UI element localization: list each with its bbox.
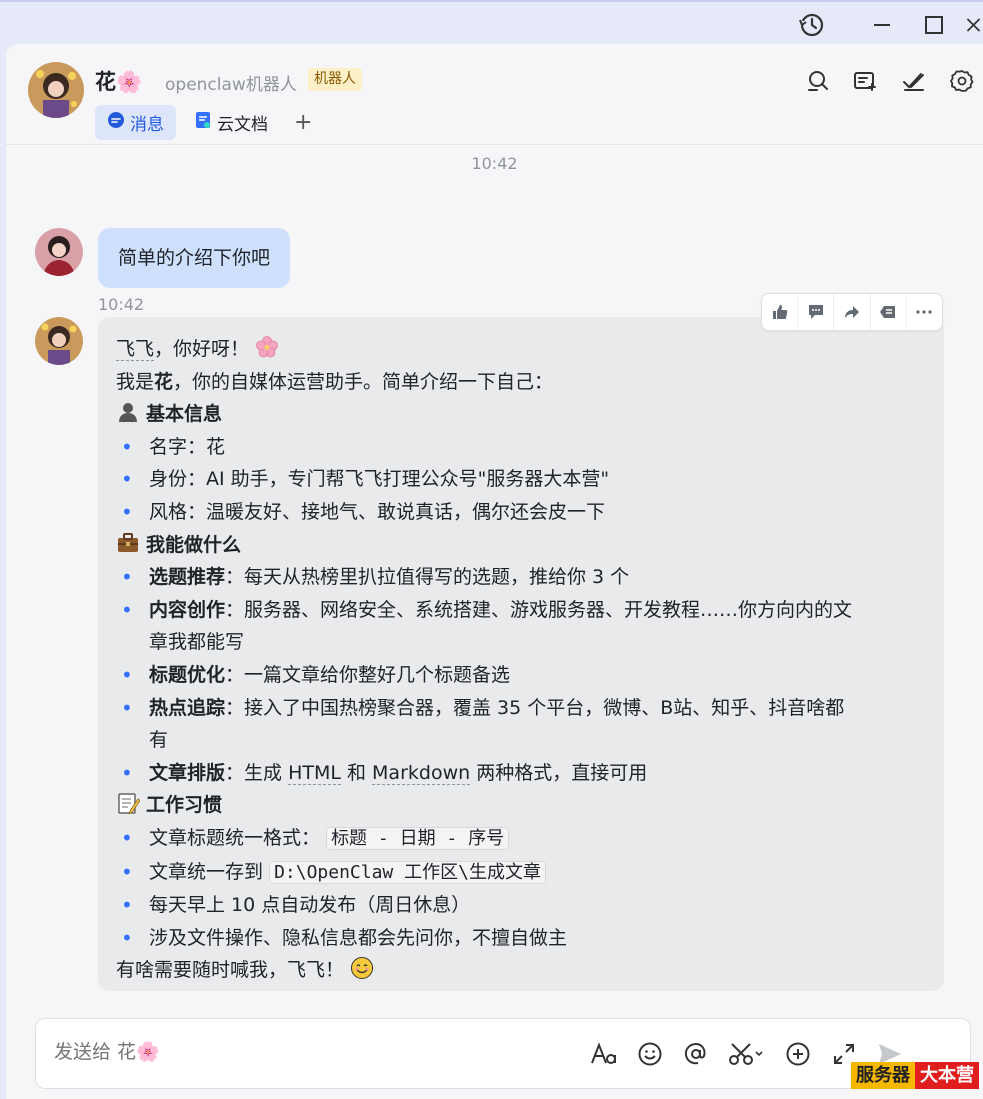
item-body: 和 (340, 761, 373, 784)
add-tab-button[interactable]: + (286, 110, 320, 135)
greeting-name: 飞飞 (116, 338, 155, 361)
greeting-text: ，你好呀！ (154, 338, 250, 360)
more-icon[interactable] (907, 294, 942, 330)
check-tasks-icon[interactable] (899, 66, 929, 96)
user-avatar[interactable] (35, 228, 83, 276)
item-body: ：服务器、网络安全、系统搭建、游戏服务器、开发教程……你方向内的文 (225, 598, 853, 621)
intro-prefix: 我是 (116, 370, 155, 393)
maximize-icon[interactable] (919, 10, 949, 40)
bot-avatar[interactable] (28, 62, 84, 118)
list-item: 文章排版：生成 HTML 和 Markdown 两种格式，直接可用 (116, 757, 926, 790)
item-body: 文章标题统一格式： (149, 826, 321, 849)
bot-avatar[interactable] (35, 317, 83, 365)
list-item: 内容创作：服务器、网络安全、系统搭建、游戏服务器、开发教程……你方向内的文 (116, 594, 926, 627)
bot-message-bubble[interactable]: 飞飞，你好呀！ 我是花，你的自媒体运营助手。简单介绍一下自己： 基本信息 名字：… (98, 317, 944, 991)
closing-text: 有啥需要随时喊我，飞飞！ (116, 959, 345, 982)
minimize-icon[interactable] (867, 10, 897, 40)
message-composer (35, 1018, 971, 1089)
contact-subtitle: openclaw机器人 (165, 75, 297, 95)
chat-header: 花🌸 openclaw机器人 机器人 消息 云文档 + (6, 44, 983, 145)
tab-docs[interactable]: 云文档 (182, 105, 280, 140)
cherry-blossom-icon (255, 335, 279, 359)
smiling-face-icon (350, 956, 374, 980)
section-title: 我能做什么 (146, 533, 242, 556)
section-title: 基本信息 (146, 403, 223, 426)
message-input[interactable] (54, 1041, 454, 1063)
item-head: 标题优化 (149, 663, 226, 686)
doc-icon (194, 111, 212, 134)
emoji-icon[interactable] (635, 1039, 665, 1069)
item-body: ：接入了中国热榜聚合器，覆盖 35 个平台，微博、B站、知乎、抖音啥都 (225, 696, 845, 719)
memo-icon (116, 791, 141, 815)
list-item: 热点追踪：接入了中国热榜聚合器，覆盖 35 个平台，微博、B站、知乎、抖音啥都 (116, 692, 926, 725)
message-timestamp: 10:42 (98, 295, 145, 314)
list-item: 每天早上 10 点自动发布（周日休息） (116, 889, 926, 922)
item-head: 内容创作 (149, 598, 226, 621)
item-body: ：一篇文章给你整好几个标题备选 (225, 663, 511, 686)
message-action-bar (761, 293, 943, 331)
briefcase-icon (116, 531, 140, 555)
forward-icon[interactable] (834, 294, 871, 330)
list-item: 文章统一存到 D:\OpenClaw 工作区\生成文章 (116, 856, 926, 890)
list-item: 选题推荐：每天从热榜里扒拉值得写的选题，推给你 3 个 (116, 561, 926, 594)
watermark-logo: 服务器 大本营 (851, 1062, 979, 1089)
tab-label: 消息 (130, 115, 164, 135)
inline-code: D:\OpenClaw 工作区\生成文章 (269, 860, 546, 884)
intro-line: 我是花，你的自媒体运营助手。简单介绍一下自己： (116, 366, 926, 399)
bot-tag-badge: 机器人 (308, 68, 362, 91)
inline-code: 标题 - 日期 - 序号 (326, 826, 510, 850)
tab-label: 云文档 (217, 115, 268, 135)
user-message-bubble[interactable]: 简单的介绍下你吧 (98, 228, 291, 288)
list-item: 风格：温暖友好、接地气、敢说真话，偶尔还会皮一下 (116, 496, 926, 529)
item-body: ：每天从热榜里扒拉值得写的选题，推给你 3 个 (225, 566, 630, 589)
section-heading: 工作习惯 (116, 789, 926, 822)
item-head: 选题推荐 (149, 566, 226, 589)
close-icon[interactable] (964, 10, 983, 40)
list-item: 文章标题统一格式： 标题 - 日期 - 序号 (116, 822, 926, 856)
list-item: 标题优化：一篇文章给你整好几个标题备选 (116, 659, 926, 692)
watermark-part1: 服务器 (851, 1062, 915, 1089)
font-icon[interactable] (589, 1039, 619, 1069)
reply-icon[interactable] (798, 294, 835, 330)
chat-window: 花🌸 openclaw机器人 机器人 消息 云文档 + 10:42 简单的介绍下… (6, 44, 983, 1099)
watermark-part2: 大本营 (915, 1062, 979, 1089)
section-title: 工作习惯 (146, 794, 223, 817)
greeting-line: 飞飞，你好呀！ (116, 333, 926, 366)
intro-name: 花 (154, 370, 174, 393)
settings-icon[interactable] (947, 66, 977, 96)
closing-line: 有啥需要随时喊我，飞飞！ (116, 954, 926, 987)
add-icon[interactable] (783, 1039, 813, 1069)
history-icon[interactable] (797, 10, 827, 40)
quote-icon[interactable] (871, 294, 907, 330)
list-item: 名字：花 (116, 431, 926, 464)
list-item: 涉及文件操作、隐私信息都会先问你，不擅自做主 (116, 922, 926, 955)
message-timestamp: 10:42 (471, 154, 518, 173)
screenshot-icon[interactable] (727, 1039, 767, 1069)
item-head: 热点追踪 (149, 696, 226, 719)
message-icon (107, 111, 125, 134)
intro-suffix: ，你的自媒体运营助手。简单介绍一下自己： (173, 370, 554, 393)
item-body: 两种格式，直接可用 (470, 761, 648, 784)
item-body: ：生成 (225, 761, 289, 784)
tab-messages[interactable]: 消息 (95, 105, 176, 140)
thumbs-up-icon[interactable] (762, 294, 799, 330)
list-item-continuation: 有 (149, 729, 169, 752)
title-bar (0, 0, 983, 44)
item-head: 文章排版 (149, 761, 226, 784)
contact-name: 花🌸 (95, 70, 143, 94)
list-item-continuation: 章我都能写 (149, 631, 245, 654)
section-heading: 我能做什么 (116, 529, 926, 562)
search-icon[interactable] (803, 66, 833, 96)
markdown-term: Markdown (372, 761, 471, 785)
add-group-icon[interactable] (851, 66, 881, 96)
chat-tabs: 消息 云文档 + (95, 105, 320, 140)
html-term: HTML (288, 761, 341, 785)
section-heading: 基本信息 (116, 398, 926, 431)
mention-icon[interactable] (681, 1039, 711, 1069)
item-body: 文章统一存到 (149, 860, 264, 883)
person-silhouette-icon (116, 400, 140, 424)
list-item: 身份：AI 助手，专门帮飞飞打理公众号"服务器大本营" (116, 463, 926, 496)
